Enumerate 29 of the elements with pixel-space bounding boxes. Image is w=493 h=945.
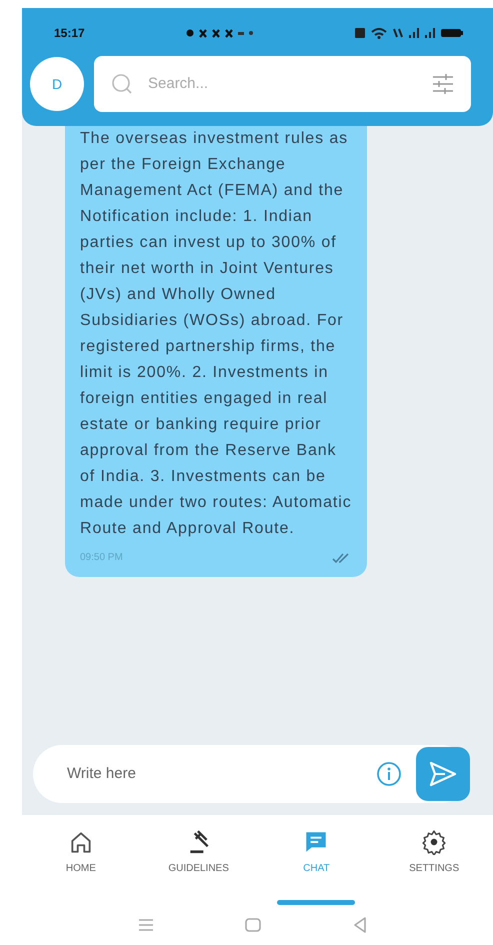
nav-tab[interactable]: HOME — [30, 829, 131, 905]
menu-icon[interactable] — [138, 918, 154, 932]
dot-icon — [249, 31, 254, 35]
cross-icon — [199, 28, 208, 38]
dot-icon — [186, 29, 194, 37]
search-icon — [110, 72, 134, 96]
nav-tab[interactable]: GUIDELINES — [148, 829, 249, 905]
battery-icon — [440, 29, 463, 37]
back-icon[interactable] — [353, 917, 368, 933]
home-square-icon[interactable] — [245, 918, 262, 932]
cross-icon — [225, 28, 234, 38]
message-text: The overseas investment rules as per the Foreign Exchange Management Act (FEMA) and the Notification include: 1. Indian parties can invest up to 300% of their net worth in Joint Ventures (JVs) and Wholly Owned Subsidiaries (WOSs) abroad. For registered partnership firms, the limit is 200%. 2. Investments in foreign entities engaged in real estate or banking require prior approval from the Reserve Bank of India. 3. Investments can be made under two routes: Automatic Route and Approval Route. — [80, 129, 352, 539]
dash-icon — [238, 32, 244, 34]
signal-icon — [424, 28, 435, 38]
status-time: 15:17 — [54, 25, 85, 42]
search-bar[interactable]: Search... — [94, 56, 471, 112]
signal-icon — [408, 28, 419, 38]
network-icon — [392, 28, 403, 38]
nav-tab[interactable]: SETTINGS — [384, 829, 484, 905]
send-icon — [428, 760, 458, 788]
wifi-icon — [370, 28, 387, 38]
vibrate-icon — [354, 28, 365, 38]
info-icon[interactable] — [376, 761, 402, 787]
message-field[interactable]: Write here — [65, 745, 376, 803]
filter-icon[interactable] — [431, 73, 455, 95]
send-button[interactable] — [416, 747, 470, 801]
cross-icon — [212, 28, 220, 38]
settings-icon — [421, 829, 448, 855]
composer-bar[interactable]: Write here — [33, 745, 470, 803]
